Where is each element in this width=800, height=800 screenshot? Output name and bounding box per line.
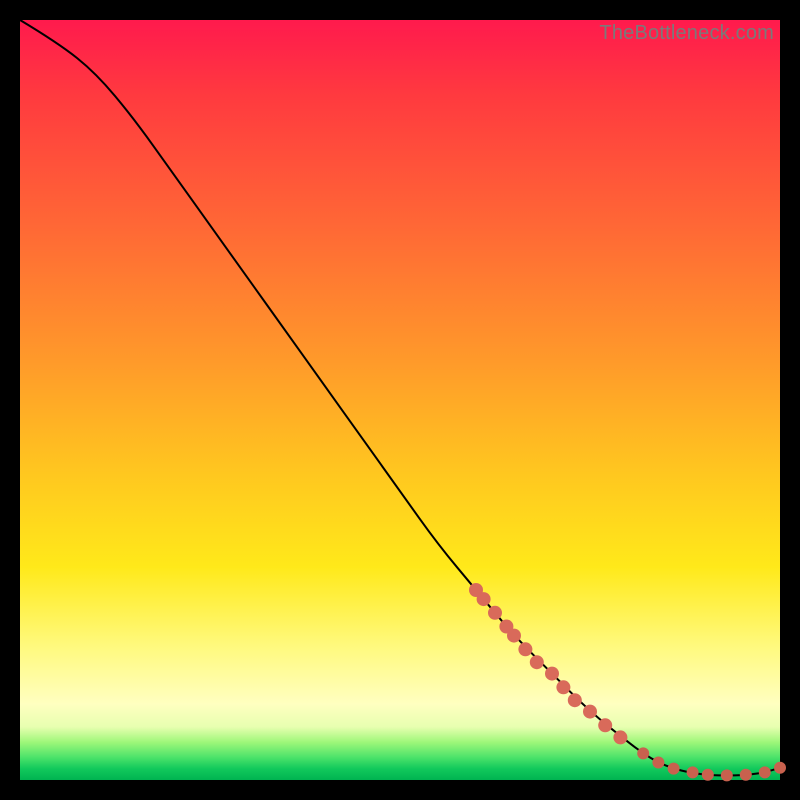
highlight-dot (702, 769, 714, 781)
highlight-dot (613, 730, 627, 744)
highlight-dot (488, 606, 502, 620)
highlight-low-band (469, 583, 627, 744)
highlight-dot (759, 766, 771, 778)
highlight-dot (652, 757, 664, 769)
highlight-flat-tail (637, 747, 786, 781)
highlight-dot (545, 667, 559, 681)
highlight-dot (687, 766, 699, 778)
highlight-dot (774, 762, 786, 774)
bottleneck-curve (20, 20, 780, 775)
highlight-dot (637, 747, 649, 759)
highlight-dot (721, 769, 733, 781)
highlight-dot (598, 718, 612, 732)
highlight-dot (507, 629, 521, 643)
highlight-dot (740, 769, 752, 781)
highlight-dot (583, 705, 597, 719)
highlight-dot (530, 655, 544, 669)
highlight-dot (568, 693, 582, 707)
highlight-dot (668, 763, 680, 775)
chart-frame: TheBottleneck.com (20, 20, 780, 780)
highlight-dot (518, 642, 532, 656)
chart-svg (20, 20, 780, 780)
highlight-dot (556, 680, 570, 694)
highlight-dot (477, 592, 491, 606)
